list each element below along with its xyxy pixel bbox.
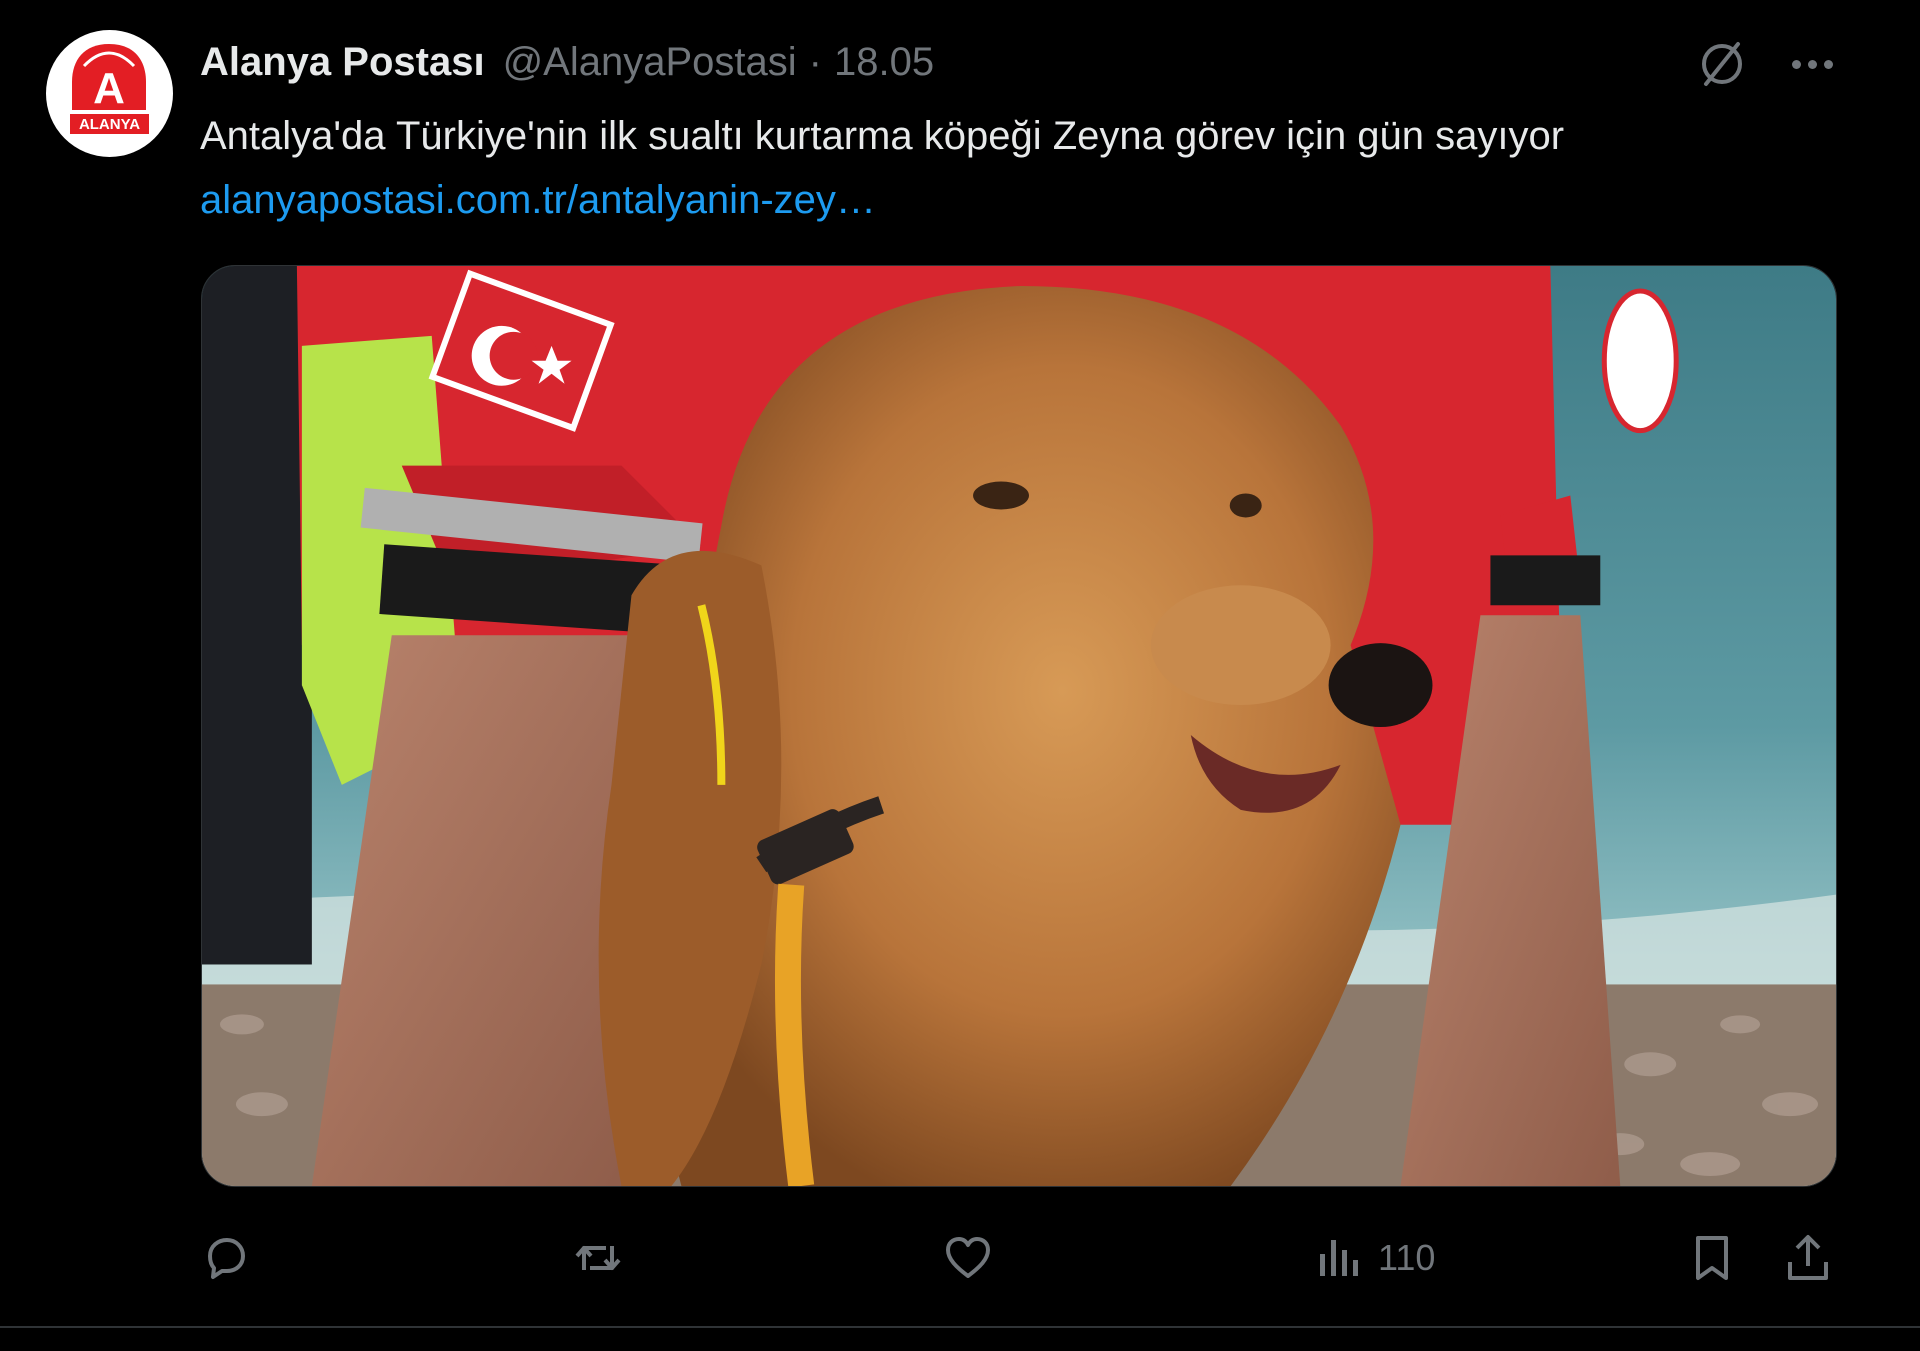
- bookmark-icon: [1696, 1236, 1728, 1280]
- tweet-photo[interactable]: [201, 265, 1837, 1187]
- views-button[interactable]: 110: [1312, 1226, 1435, 1290]
- analytics-icon: [1320, 1240, 1358, 1276]
- reply-icon: [208, 1238, 245, 1279]
- timestamp[interactable]: 18.05: [834, 40, 934, 85]
- tweet-text: Antalya'da Türkiye'nin ilk sualtı kurtar…: [200, 104, 1760, 232]
- tweet-link[interactable]: alanyapostasi.com.tr/antalyanin-zey…: [200, 178, 876, 222]
- avatar-logo-letter: A: [93, 64, 125, 113]
- heart-icon: [946, 1237, 990, 1278]
- tweet-body: Antalya'da Türkiye'nin ilk sualtı kurtar…: [200, 114, 1565, 158]
- like-button[interactable]: [942, 1226, 994, 1290]
- more-options-icon[interactable]: [1782, 36, 1842, 92]
- views-count: 110: [1378, 1237, 1436, 1278]
- share-icon: [1788, 1235, 1828, 1280]
- tweet[interactable]: A ALANYA Alanya Postası @AlanyaPostasi ·…: [0, 0, 1920, 1351]
- user-handle[interactable]: @AlanyaPostasi: [503, 40, 797, 85]
- display-name[interactable]: Alanya Postası: [200, 40, 485, 85]
- separator-dot: ·: [808, 39, 822, 84]
- avatar[interactable]: A ALANYA: [46, 30, 173, 157]
- divider: [0, 1326, 1920, 1328]
- retweet-icon: [575, 1246, 621, 1270]
- tweet-header: Alanya Postası @AlanyaPostasi · 18.05: [200, 34, 934, 90]
- grok-icon[interactable]: [1694, 36, 1750, 92]
- share-button[interactable]: [1782, 1226, 1834, 1290]
- reply-button[interactable]: [200, 1226, 252, 1290]
- retweet-button[interactable]: [572, 1226, 624, 1290]
- avatar-logo-text: ALANYA: [79, 116, 140, 133]
- bookmark-button[interactable]: [1686, 1226, 1738, 1290]
